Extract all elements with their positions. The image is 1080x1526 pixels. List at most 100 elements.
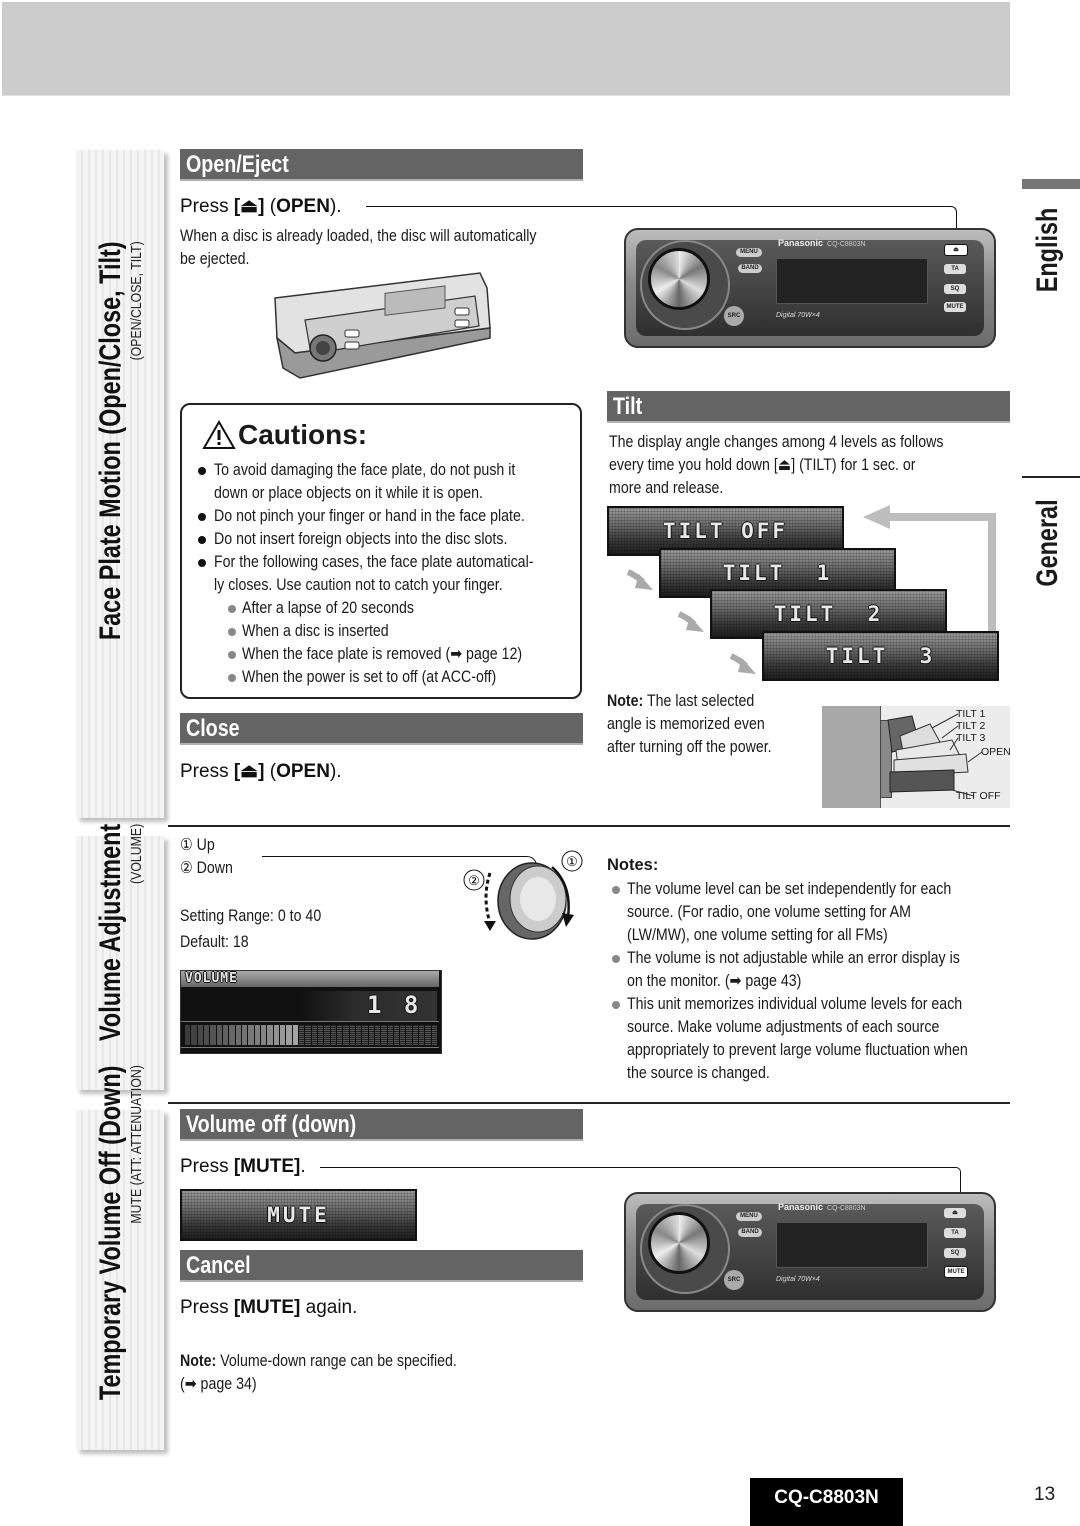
tilt-description: The display angle changes among 4 levels… (609, 433, 944, 497)
volume-level-segment (412, 1025, 419, 1045)
section-divider (168, 1102, 1010, 1104)
section-header-open-eject: Open/Eject (180, 149, 583, 181)
mute-button: MUTE (944, 1266, 968, 1278)
volume-level-segment (381, 1025, 387, 1045)
volume-range: Setting Range: 0 to 40 Default: 18 (180, 905, 344, 954)
caution-item: ly closes. Use caution not to catch your… (214, 576, 503, 594)
leader-line (366, 206, 950, 207)
volume-directions: ① Up ② Down (180, 834, 242, 880)
mute-key: [MUTE] (233, 1156, 301, 1177)
volume-level-segment (393, 1025, 400, 1045)
mute-key: [MUTE] (233, 1297, 301, 1318)
mute-note: Note: Volume-down range can be specified… (180, 1352, 457, 1393)
volume-level-segment (305, 1025, 311, 1045)
eject-key: [⏏] (233, 761, 265, 782)
volume-level-segment (229, 1025, 235, 1045)
side-tab-subtitle: (VOLUME) (128, 823, 145, 884)
face-plate-open-illustration (274, 272, 491, 379)
power-badge: Digital 70W×4 (776, 312, 820, 319)
section-header-tilt: Tilt (607, 391, 1010, 423)
volume-level-segment (330, 1025, 336, 1045)
side-tab-volume: Volume Adjustment (VOLUME) (76, 824, 164, 1090)
model-badge: CQ-C8803N (750, 1478, 903, 1526)
section-divider (168, 825, 1010, 827)
volume-level-segment (298, 1025, 305, 1045)
mute-display: MUTE (180, 1189, 417, 1241)
volume-level-segment (317, 1025, 324, 1045)
caution-item: To avoid damaging the face plate, do not… (196, 459, 585, 482)
volume-level-segment (292, 1025, 298, 1045)
side-tab-subtitle: MUTE (ATT: ATTENUATION) (128, 1065, 145, 1225)
note-item: on the monitor. (➡ page 43) (627, 972, 802, 990)
menu-button: MENU (736, 1212, 762, 1221)
volume-level-segment (419, 1025, 425, 1045)
radio-unit-illustration: MENU BAND Panasonic CQ-C8803N SRC Digital… (624, 228, 996, 348)
step-arrow-icon (626, 569, 653, 590)
volume-level-segment (368, 1025, 374, 1045)
volume-level-bar (185, 1025, 438, 1045)
cautions-box: Cautions: To avoid damaging the face pla… (180, 403, 582, 699)
band-button: BAND (738, 264, 762, 273)
language-tab: English (1028, 195, 1068, 305)
band-button: BAND (738, 1228, 762, 1237)
volume-level-segment (241, 1025, 248, 1045)
category-divider (1022, 476, 1080, 478)
volume-level-segment (387, 1025, 393, 1045)
note-item: The volume is not adjustable while an er… (607, 947, 1023, 970)
volume-level-segment (425, 1025, 431, 1045)
brand-logo: Panasonic (778, 238, 824, 248)
warning-icon (202, 420, 236, 449)
open-button: ⏏ (944, 1208, 966, 1218)
volume-level-segment (267, 1025, 273, 1045)
menu-button: MENU (736, 248, 762, 257)
step-arrow-icon (677, 611, 704, 632)
caution-item: When the face plate is removed (➡ page 1… (196, 643, 585, 666)
volume-level-segment (362, 1025, 368, 1045)
volume-down-label: ② Down (180, 859, 233, 877)
volume-display: VOLUME 1 8 (180, 970, 442, 1054)
volume-level-segment (311, 1025, 317, 1045)
leader-line (320, 1167, 956, 1168)
volume-level-segment (343, 1025, 349, 1045)
volume-level-segment (203, 1025, 210, 1045)
volume-knob-icon (648, 1212, 710, 1274)
step-arrow-icon (729, 653, 756, 674)
side-tab-title: Face Plate Motion (Open/Close, Tilt) (94, 241, 127, 641)
note-item: appropriately to prevent large volume fl… (627, 1041, 968, 1059)
ta-button: TA (944, 264, 966, 274)
volume-level-segment (254, 1025, 260, 1045)
open-instruction: Press [⏏] (OPEN). (180, 196, 342, 217)
eject-key: [⏏] (233, 196, 265, 217)
volume-display-value: 1 8 (367, 991, 423, 1019)
sq-button: SQ (944, 1248, 966, 1258)
category-label: General (1031, 498, 1064, 587)
diagram-label: TILT 3 (956, 732, 986, 744)
default-value: Default: 18 (180, 933, 249, 951)
page-number: 13 (1034, 1484, 1056, 1505)
caution-item: For the following cases, the face plate … (196, 551, 585, 574)
diagram-label: TILT 1 (956, 708, 986, 720)
ta-button: TA (944, 1228, 966, 1238)
side-tab-face-plate: Face Plate Motion (Open/Close, Tilt) (OP… (76, 150, 164, 818)
sq-button: SQ (944, 284, 966, 294)
diagram-label: TILT 2 (956, 720, 986, 732)
tilt-angle-diagram: TILT 1 TILT 2 TILT 3 OPEN TILT OFF (822, 706, 1011, 808)
volume-level-segment (248, 1025, 254, 1045)
volume-level-segment (286, 1025, 292, 1045)
power-badge: Digital 70W×4 (776, 1276, 820, 1283)
volume-level-segment (355, 1025, 362, 1045)
open-button: ⏏ (944, 244, 968, 256)
side-tab-mute: Temporary Volume Off (Down) MUTE (ATT: A… (76, 1066, 164, 1450)
note-item: The volume level can be set independentl… (607, 878, 1023, 901)
section-header-cancel: Cancel (180, 1250, 583, 1282)
diagram-label: OPEN (981, 746, 1011, 758)
open-description: When a disc is already loaded, the disc … (180, 227, 537, 268)
brand-logo: Panasonic (778, 1202, 824, 1212)
volume-level-segment (406, 1025, 412, 1045)
tilt-display-3: TILT 3 (762, 631, 999, 681)
src-button: SRC (724, 1270, 744, 1290)
volume-display-title: VOLUME (185, 971, 238, 986)
knob-marker-down: ② (468, 873, 480, 888)
volume-level-segment (374, 1025, 381, 1045)
volume-level-segment (210, 1025, 216, 1045)
